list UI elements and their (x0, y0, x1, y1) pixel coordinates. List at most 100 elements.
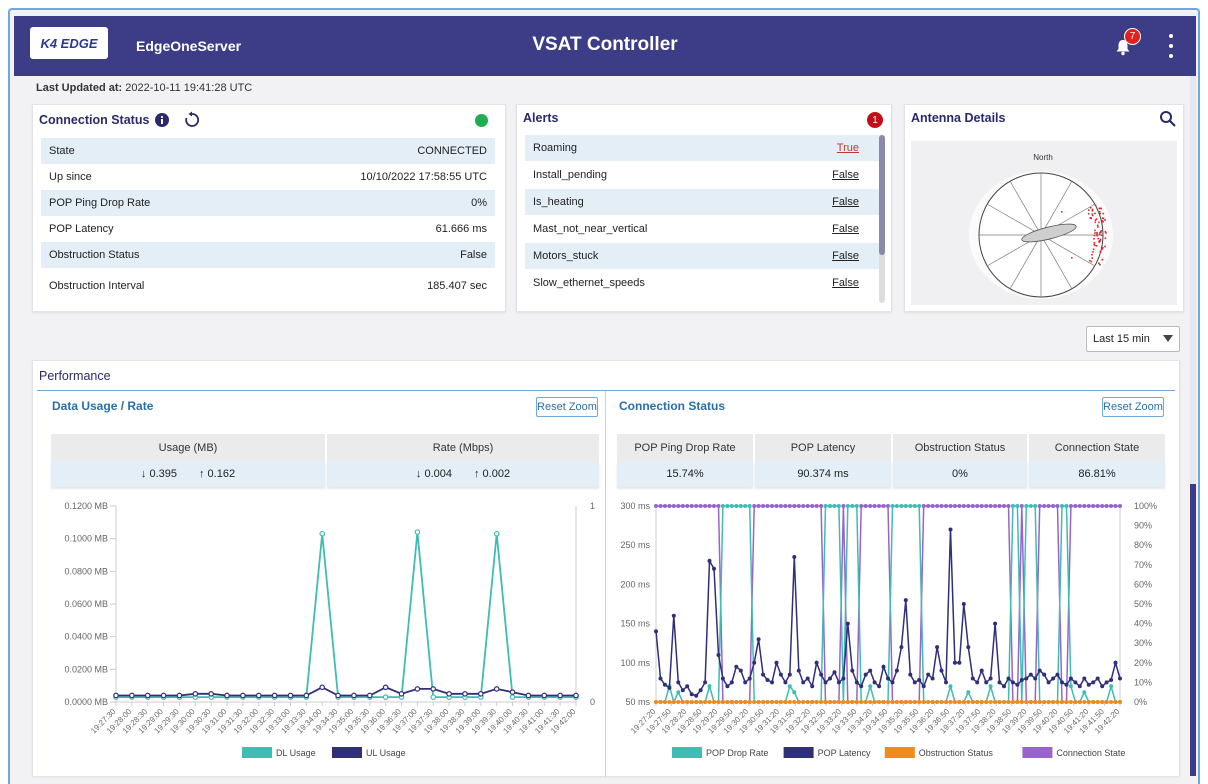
alert-label: Is_heating (533, 196, 584, 208)
y-right-tick-label: 30% (1134, 638, 1152, 648)
data-point (836, 504, 841, 508)
search-icon[interactable] (1159, 110, 1177, 128)
obstruction-point (1099, 240, 1101, 242)
y-tick-label: 200 ms (620, 579, 650, 589)
rate-header: Rate (Mbps) (327, 434, 599, 462)
time-range-select[interactable]: Last 15 min (1086, 326, 1180, 352)
alert-value-link[interactable]: False (832, 169, 859, 181)
data-point (993, 700, 998, 704)
rate-ul: ↑ 0.002 (474, 468, 511, 480)
connection-status-indicator (475, 114, 488, 127)
data-point (738, 668, 743, 673)
data-point (382, 684, 389, 691)
data-point (952, 660, 957, 665)
obstruction-point (1098, 211, 1101, 213)
data-point (1037, 504, 1042, 508)
data-point (1082, 700, 1087, 704)
usage-ul: ↑ 0.162 (199, 468, 236, 480)
data-point (712, 566, 716, 571)
data-point (988, 684, 993, 689)
obstruction-point (1091, 210, 1094, 212)
alert-value-link[interactable]: False (832, 277, 859, 289)
data-point (930, 504, 935, 508)
data-point (966, 690, 971, 695)
data-point (1060, 700, 1064, 704)
data-point (921, 504, 926, 508)
data-point (1046, 700, 1051, 704)
data-point (979, 668, 984, 673)
info-icon[interactable] (155, 113, 170, 127)
data-point (783, 504, 788, 508)
data-point (689, 700, 694, 704)
scrollbar-thumb[interactable] (1190, 484, 1196, 776)
data-point (921, 684, 926, 689)
data-point (1109, 678, 1114, 682)
data-point (859, 504, 864, 508)
data-point (729, 504, 734, 508)
data-point (319, 530, 326, 537)
data-point (961, 504, 966, 508)
data-point (1068, 700, 1073, 704)
y-right-tick-label: 0 (590, 697, 595, 707)
data-point (747, 700, 752, 704)
obstruction-point (1097, 237, 1100, 240)
data-point (872, 680, 877, 685)
chevron-down-icon (1163, 335, 1173, 342)
data-point (863, 672, 868, 677)
data-point (770, 700, 774, 704)
connection-status-chart[interactable]: 50 ms 100 ms 150 ms 200 ms 250 ms 300 ms 0% 10%… (612, 496, 1172, 766)
y-right-tick-label: 0% (1134, 697, 1147, 707)
data-point (890, 504, 895, 508)
obstruction-point (1093, 238, 1095, 240)
usage-values: ↓ 0.395 ↑ 0.162 (51, 461, 325, 487)
data-point (935, 645, 940, 650)
data-point (1060, 680, 1064, 685)
y-right-tick-label: 90% (1134, 521, 1152, 531)
data-point (113, 692, 119, 699)
data-point (1051, 504, 1056, 508)
alert-value-link[interactable]: False (832, 250, 859, 262)
obstruction-point (1099, 250, 1102, 253)
data-point (970, 700, 975, 704)
data-point (796, 504, 801, 508)
data-point (975, 680, 980, 685)
data-point (144, 692, 151, 699)
data-point (703, 700, 708, 704)
data-point (1100, 700, 1105, 704)
data-point (658, 676, 663, 681)
data-point (1082, 676, 1087, 681)
obstruction-point (1097, 226, 1099, 228)
obstruction-point (1100, 207, 1102, 210)
alert-value-link[interactable]: False (832, 223, 859, 235)
reset-zoom-button[interactable]: Reset Zoom (536, 397, 598, 417)
data-usage-chart[interactable]: 0.0000 MB 0.0200 MB 0.0400 MB 0.0600 MB 0.08… (36, 496, 604, 766)
data-point (810, 684, 815, 689)
obstruction-point (1094, 219, 1097, 221)
obstruction-point (1091, 214, 1094, 217)
data-point (743, 680, 748, 685)
data-point (478, 691, 484, 697)
reset-zoom-button[interactable]: Reset Zoom (1102, 397, 1164, 417)
data-point (917, 700, 922, 704)
alert-value-link[interactable]: True (837, 142, 859, 154)
more-menu-icon[interactable] (1166, 34, 1176, 58)
data-point (1095, 504, 1100, 508)
legend-swatch (242, 747, 272, 758)
data-point (810, 700, 815, 704)
alerts-scrollbar-thumb[interactable] (879, 135, 885, 255)
data-point (908, 700, 913, 704)
data-point (525, 692, 532, 699)
last-updated-value: 2022-10-11 19:41:28 UTC (125, 82, 253, 94)
refresh-icon[interactable] (183, 111, 201, 129)
alert-value-link[interactable]: False (832, 196, 859, 208)
data-point (1113, 700, 1118, 704)
data-point (1024, 676, 1029, 681)
data-point (926, 672, 931, 677)
data-point (868, 668, 873, 673)
legend-swatch (1022, 747, 1053, 758)
data-point (854, 504, 859, 508)
data-point (1113, 660, 1118, 665)
obstruction-point (1087, 212, 1090, 215)
obstruction-point (1099, 212, 1101, 215)
rate-values: ↓ 0.004 ↑ 0.002 (327, 461, 599, 487)
